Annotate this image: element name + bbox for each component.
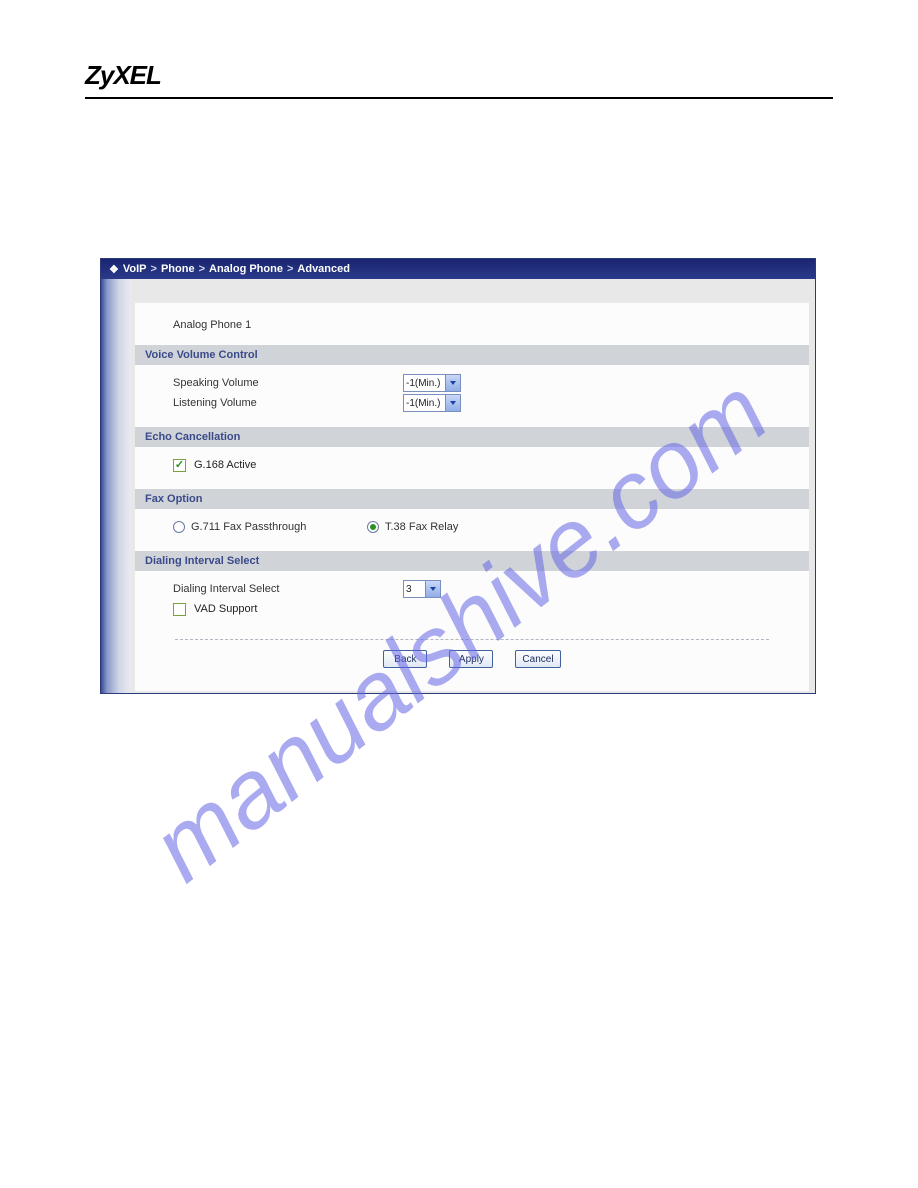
section-head-fax: Fax Option	[135, 489, 809, 509]
row-vad-support: VAD Support	[173, 599, 799, 619]
radio-icon[interactable]	[367, 521, 379, 533]
listening-volume-select[interactable]: -1(Min.)	[403, 394, 461, 412]
breadcrumb-item-advanced[interactable]: Advanced	[297, 263, 350, 275]
chevron-down-icon[interactable]	[445, 375, 460, 391]
fax-g711-option[interactable]: G.711 Fax Passthrough	[173, 521, 367, 533]
breadcrumb-sep: >	[199, 263, 205, 275]
chevron-down-icon[interactable]	[425, 581, 440, 597]
vad-checkbox[interactable]	[173, 603, 186, 616]
cancel-button[interactable]: Cancel	[515, 650, 560, 668]
dialing-interval-value: 3	[406, 584, 412, 595]
section-body-voice: Speaking Volume -1(Min.) Listening Volum…	[135, 365, 809, 427]
speaking-volume-label: Speaking Volume	[173, 377, 403, 389]
breadcrumb-item-voip[interactable]: VoIP	[123, 263, 147, 275]
radio-icon[interactable]	[173, 521, 185, 533]
content-panel: Analog Phone 1 Voice Volume Control Spea…	[135, 303, 809, 691]
breadcrumb-sep: >	[287, 263, 293, 275]
button-bar: Back Apply Cancel	[175, 639, 769, 668]
row-listening-volume: Listening Volume -1(Min.)	[173, 393, 799, 413]
section-head-dialing: Dialing Interval Select	[135, 551, 809, 571]
breadcrumb-sep: >	[151, 263, 157, 275]
fax-g711-label: G.711 Fax Passthrough	[191, 521, 306, 533]
section-head-echo: Echo Cancellation	[135, 427, 809, 447]
fax-t38-label: T.38 Fax Relay	[385, 521, 458, 533]
row-g168: G.168 Active	[173, 455, 799, 475]
dialing-interval-select[interactable]: 3	[403, 580, 441, 598]
row-fax-options: G.711 Fax Passthrough T.38 Fax Relay	[173, 517, 799, 537]
row-speaking-volume: Speaking Volume -1(Min.)	[173, 373, 799, 393]
speaking-volume-value: -1(Min.)	[406, 378, 440, 389]
g168-label: G.168 Active	[194, 459, 256, 471]
breadcrumb-bullet: ❖	[109, 263, 119, 276]
vad-label: VAD Support	[194, 603, 257, 615]
listening-volume-label: Listening Volume	[173, 397, 403, 409]
config-body: Analog Phone 1 Voice Volume Control Spea…	[101, 279, 815, 693]
section-body-echo: G.168 Active	[135, 447, 809, 489]
page-header: ZyXEL	[85, 60, 833, 99]
config-window: ❖ VoIP > Phone > Analog Phone > Advanced…	[100, 258, 816, 694]
fax-t38-option[interactable]: T.38 Fax Relay	[367, 521, 458, 533]
section-head-voice: Voice Volume Control	[135, 345, 809, 365]
side-gradient	[101, 279, 131, 693]
apply-button[interactable]: Apply	[449, 650, 493, 668]
breadcrumb-item-phone[interactable]: Phone	[161, 263, 195, 275]
dialing-interval-label: Dialing Interval Select	[173, 583, 403, 595]
g168-checkbox[interactable]	[173, 459, 186, 472]
row-dialing-interval: Dialing Interval Select 3	[173, 579, 799, 599]
brand-logo: ZyXEL	[85, 60, 833, 91]
panel-title: Analog Phone 1	[135, 315, 809, 345]
breadcrumb: ❖ VoIP > Phone > Analog Phone > Advanced	[101, 259, 815, 279]
section-body-fax: G.711 Fax Passthrough T.38 Fax Relay	[135, 509, 809, 551]
chevron-down-icon[interactable]	[445, 395, 460, 411]
breadcrumb-item-analog-phone[interactable]: Analog Phone	[209, 263, 283, 275]
back-button[interactable]: Back	[383, 650, 427, 668]
listening-volume-value: -1(Min.)	[406, 398, 440, 409]
section-body-dialing: Dialing Interval Select 3 VAD Support	[135, 571, 809, 633]
speaking-volume-select[interactable]: -1(Min.)	[403, 374, 461, 392]
